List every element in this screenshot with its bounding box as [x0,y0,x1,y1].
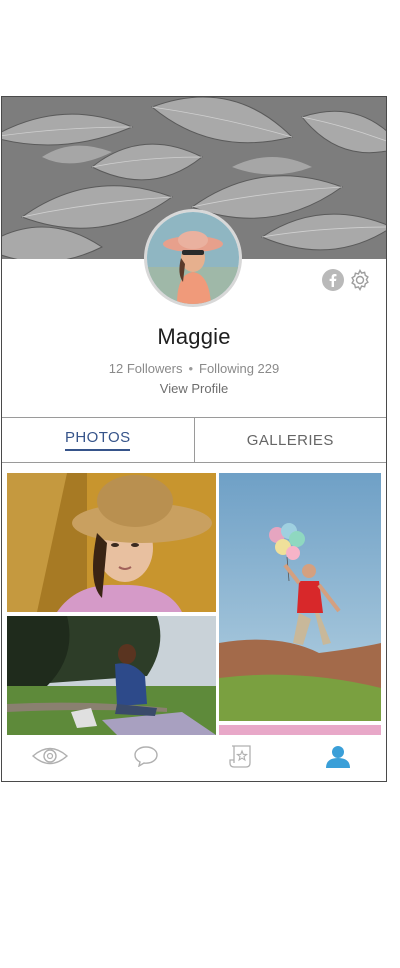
scroll-star-icon [228,743,256,774]
avatar[interactable] [144,209,242,307]
profile-name: Maggie [157,324,231,349]
follow-stats: 12 Followers • Following 229 [2,361,386,376]
tab-galleries[interactable]: GALLERIES [193,418,387,462]
facebook-icon[interactable] [322,269,344,291]
nav-favorites[interactable] [194,735,290,781]
tab-bar: PHOTOS GALLERIES [2,417,386,463]
photo-man-balloons[interactable] [219,473,381,721]
nav-profile[interactable] [290,735,386,781]
following-count[interactable]: Following 229 [199,361,279,376]
photo-woman-straw-hat[interactable] [7,473,216,612]
bottom-nav [2,735,386,781]
photo-grid [2,463,386,735]
nav-messages[interactable] [98,735,194,781]
nav-discover[interactable] [2,735,98,781]
stats-separator: • [188,361,194,376]
profile-screen: Maggie 12 Followers • Following 229 View P… [1,96,387,782]
eye-icon [31,745,69,772]
photo-woman-sitting-park[interactable] [7,616,216,735]
tab-galleries-label: GALLERIES [246,431,334,449]
profile-icon [325,744,351,773]
tab-photos[interactable]: PHOTOS [2,418,194,462]
chat-bubble-icon [133,745,159,772]
photo-pink-partial[interactable] [219,725,381,735]
tab-photos-label: PHOTOS [65,429,131,451]
followers-count[interactable]: 12 Followers [109,361,183,376]
view-profile-link[interactable]: View Profile [2,381,386,396]
gear-icon[interactable] [348,268,372,292]
